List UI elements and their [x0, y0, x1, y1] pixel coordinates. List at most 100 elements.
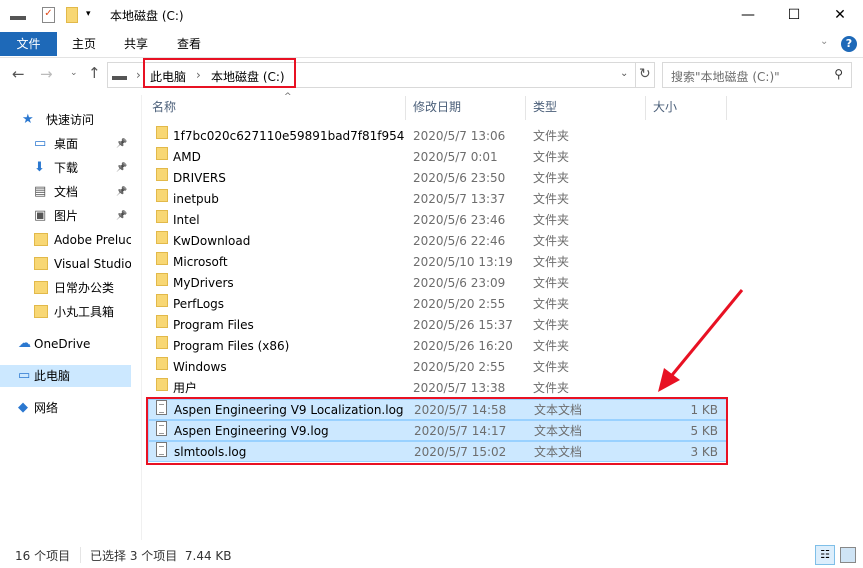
computer-icon: ▭: [18, 368, 31, 383]
minimize-button[interactable]: —: [725, 0, 771, 30]
sidebar-item[interactable]: Visual Studio: [0, 253, 131, 275]
tab-view[interactable]: 查看: [163, 32, 215, 56]
recent-locations-icon[interactable]: ⌄: [70, 68, 78, 78]
file-row[interactable]: Program Files (x86) 2020/5/26 16:20 文件夹: [148, 336, 727, 357]
column-size[interactable]: 大小: [653, 96, 677, 118]
tab-file[interactable]: 文件: [0, 32, 57, 56]
help-icon[interactable]: ?: [841, 36, 857, 52]
folder-icon: [34, 233, 48, 246]
cloud-icon: ☁: [18, 336, 31, 351]
file-type: 文件夹: [533, 381, 570, 395]
forward-button[interactable]: →: [40, 65, 53, 83]
folder-icon: [156, 126, 168, 139]
sort-ascending-icon: ^: [284, 92, 292, 102]
status-selection: 已选择 3 个项目 7.44 KB: [90, 549, 232, 563]
sidebar-item[interactable]: Adobe Preluc: [0, 229, 131, 251]
file-name: Program Files (x86): [173, 339, 290, 353]
file-name: KwDownload: [173, 234, 251, 248]
back-button[interactable]: ←: [12, 65, 25, 83]
customize-toolbar-icon[interactable]: ▾: [86, 9, 91, 19]
sidebar-item[interactable]: ◆ 网络: [0, 397, 131, 419]
sidebar-item[interactable]: ⬇ 下载 📌: [0, 157, 131, 179]
file-type: 文件夹: [533, 171, 570, 185]
file-row[interactable]: AMD 2020/5/7 0:01 文件夹: [148, 147, 727, 168]
column-name[interactable]: 名称: [152, 96, 176, 118]
sidebar-item[interactable]: ▣ 图片 📌: [0, 205, 131, 227]
file-date: 2020/5/7 13:37: [413, 192, 506, 206]
file-row[interactable]: 1f7bc020c627110e59891bad7f81f954 2020/5/7…: [148, 126, 727, 147]
folder-icon: [156, 210, 168, 223]
tab-share[interactable]: 共享: [110, 32, 162, 56]
properties-icon[interactable]: ✓: [42, 7, 55, 23]
file-type: 文件夹: [533, 339, 570, 353]
folder-icon: [156, 252, 168, 265]
file-type: 文件夹: [533, 360, 570, 374]
drive-icon: [10, 10, 26, 20]
sidebar-item[interactable]: ▤ 文档 📌: [0, 181, 131, 203]
file-name: DRIVERS: [173, 171, 226, 185]
sidebar-item[interactable]: ★ 快速访问: [0, 109, 131, 131]
address-dropdown-icon[interactable]: ⌄: [620, 68, 628, 79]
file-name: 1f7bc020c627110e59891bad7f81f954: [173, 129, 405, 143]
file-row[interactable]: inetpub 2020/5/7 13:37 文件夹: [148, 189, 727, 210]
file-row[interactable]: PerfLogs 2020/5/20 2:55 文件夹: [148, 294, 727, 315]
pin-icon[interactable]: 📌: [116, 157, 127, 179]
file-row[interactable]: Windows 2020/5/20 2:55 文件夹: [148, 357, 727, 378]
file-date: 2020/5/6 23:50: [413, 171, 506, 185]
file-date: 2020/5/26 16:20: [413, 339, 513, 353]
file-date: 2020/5/10 13:19: [413, 255, 513, 269]
file-row[interactable]: KwDownload 2020/5/6 22:46 文件夹: [148, 231, 727, 252]
refresh-icon[interactable]: ↻: [639, 66, 651, 82]
tab-home[interactable]: 主页: [58, 32, 110, 56]
sidebar-item[interactable]: ☁ OneDrive: [0, 333, 131, 355]
sidebar-item-label: 图片: [54, 209, 79, 223]
folder-icon: [156, 294, 168, 307]
pin-icon[interactable]: 📌: [116, 181, 127, 203]
file-type: 文件夹: [533, 318, 570, 332]
close-button[interactable]: ✕: [817, 0, 863, 30]
file-name: inetpub: [173, 192, 219, 206]
sidebar-item-label: OneDrive: [34, 337, 91, 351]
large-icons-view-button[interactable]: [840, 547, 856, 563]
folder-icon: [156, 336, 168, 349]
file-row[interactable]: Intel 2020/5/6 23:46 文件夹: [148, 210, 727, 231]
sidebar-item[interactable]: ▭ 此电脑: [0, 365, 131, 387]
file-row[interactable]: Microsoft 2020/5/10 13:19 文件夹: [148, 252, 727, 273]
expand-ribbon-icon[interactable]: ⌄: [820, 36, 828, 47]
sidebar-item[interactable]: 日常办公类: [0, 277, 131, 299]
file-date: 2020/5/6 22:46: [413, 234, 506, 248]
file-date: 2020/5/7 13:06: [413, 129, 506, 143]
folder-icon: [156, 357, 168, 370]
file-name: Microsoft: [173, 255, 228, 269]
file-row[interactable]: 用户 2020/5/7 13:38 文件夹: [148, 378, 727, 399]
folder-icon: [34, 281, 48, 294]
maximize-button[interactable]: ☐: [771, 0, 817, 30]
sidebar-item-label: 桌面: [54, 137, 79, 151]
sidebar-item[interactable]: ▭ 桌面 📌: [0, 133, 131, 155]
new-folder-icon[interactable]: [66, 7, 78, 23]
sidebar-item[interactable]: 小丸工具箱: [0, 301, 131, 323]
file-name: AMD: [173, 150, 201, 164]
details-view-button[interactable]: ☷: [815, 545, 835, 565]
file-type: 文件夹: [533, 129, 570, 143]
sidebar-item-label: 小丸工具箱: [54, 305, 115, 319]
up-button[interactable]: ↑: [88, 64, 101, 82]
pin-icon[interactable]: 📌: [116, 133, 127, 155]
file-row[interactable]: Program Files 2020/5/26 15:37 文件夹: [148, 315, 727, 336]
sidebar-item-label: 此电脑: [34, 369, 71, 383]
annotation-arrow: [658, 289, 744, 392]
highlight-box-address: [143, 58, 296, 88]
sidebar-item-label: 网络: [34, 401, 59, 415]
column-date[interactable]: 修改日期: [413, 96, 461, 118]
file-date: 2020/5/6 23:09: [413, 276, 506, 290]
status-item-count: 16 个项目: [15, 549, 71, 563]
file-date: 2020/5/20 2:55: [413, 360, 506, 374]
column-type[interactable]: 类型: [533, 96, 557, 118]
file-date: 2020/5/7 13:38: [413, 381, 506, 395]
file-row[interactable]: MyDrivers 2020/5/6 23:09 文件夹: [148, 273, 727, 294]
desktop-icon: ▭: [34, 136, 47, 151]
search-input[interactable]: 搜索"本地磁盘 (C:)" ⚲: [662, 62, 852, 88]
drive-icon: [112, 71, 127, 80]
file-row[interactable]: DRIVERS 2020/5/6 23:50 文件夹: [148, 168, 727, 189]
pin-icon[interactable]: 📌: [116, 205, 127, 227]
